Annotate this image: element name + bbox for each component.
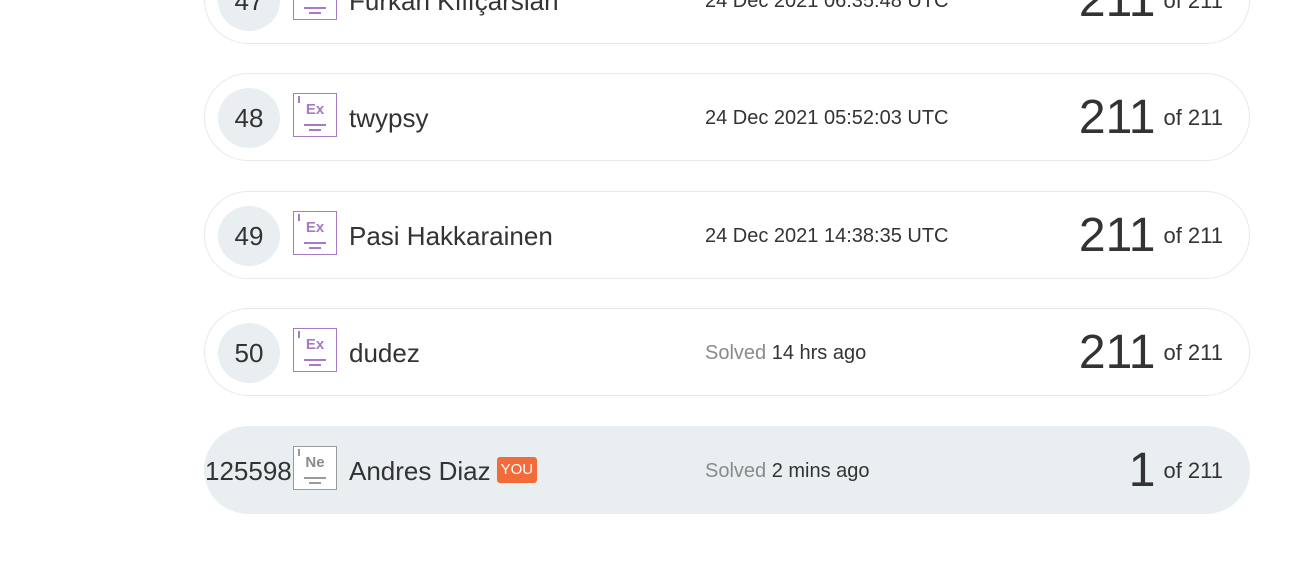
user-name[interactable]: twypsy [349,74,428,162]
solve-time: 24 Dec 2021 14:38:35 UTC [705,192,949,280]
solve-time-value: 24 Dec 2021 05:52:03 UTC [705,107,949,129]
badge-symbol: Ex [305,101,325,118]
badge-symbol: Ne [305,454,325,471]
leaderboard-row[interactable]: 50 Ex dudez Solved 14 hrs ago 211 of 211 [204,308,1250,396]
score: 211 of 211 [1079,309,1223,397]
solve-time-value: 14 hrs ago [771,342,867,364]
solve-time-value: 24 Dec 2021 14:38:35 UTC [705,225,949,247]
level-badge-icon: Ne [293,446,337,490]
level-badge-icon: Ex [293,0,337,20]
leaderboard-list: 47 Ex Furkan Kılıçarslan 24 Dec 2021 06:… [0,0,1304,566]
user-name[interactable]: Furkan Kılıçarslan [349,0,559,45]
user-name-text: Andres Diaz [349,456,491,486]
score: 1 of 211 [1129,427,1223,515]
user-name[interactable]: Andres Diaz YOU [349,427,538,515]
leaderboard-row[interactable]: 48 Ex twypsy 24 Dec 2021 05:52:03 UTC 21… [204,73,1250,161]
score-total: of 211 [1163,458,1223,483]
solve-time: Solved 2 mins ago [705,427,870,515]
score-total: of 211 [1163,340,1223,365]
solve-time-value: 2 mins ago [771,460,870,482]
score-total: of 211 [1163,105,1223,130]
you-badge: YOU [496,457,538,484]
score: 211 of 211 [1079,192,1223,280]
user-name[interactable]: Pasi Hakkarainen [349,192,553,280]
score-value: 211 [1078,0,1156,27]
score-value: 211 [1078,91,1156,144]
rank-number: 47 [218,0,280,31]
solve-time: Solved 14 hrs ago [705,309,866,397]
score-total: of 211 [1163,223,1223,248]
current-user-row[interactable]: 125598 Ne Andres Diaz YOU Solved 2 mins a… [204,426,1250,514]
leaderboard-row[interactable]: 49 Ex Pasi Hakkarainen 24 Dec 2021 14:38… [204,191,1250,279]
rank-number: 49 [218,206,280,266]
solve-time-label: Solved [705,460,767,482]
solve-time-value: 24 Dec 2021 06:35:48 UTC [705,0,949,12]
score: 211 of 211 [1079,0,1223,45]
rank-number: 48 [218,88,280,148]
level-badge-icon: Ex [293,93,337,137]
solve-time: 24 Dec 2021 05:52:03 UTC [705,74,949,162]
badge-symbol: Ex [305,336,325,353]
level-badge-icon: Ex [293,211,337,255]
rank-number: 125598 [205,456,292,486]
score-value: 211 [1078,209,1156,262]
solve-time-label: Solved [705,342,767,364]
score-value: 1 [1128,444,1156,497]
score: 211 of 211 [1079,74,1223,162]
user-name[interactable]: dudez [349,309,420,397]
score-total: of 211 [1163,0,1223,13]
score-value: 211 [1078,326,1156,379]
solve-time: 24 Dec 2021 06:35:48 UTC [705,0,949,45]
badge-symbol: Ex [305,219,325,236]
level-badge-icon: Ex [293,328,337,372]
rank-number: 50 [218,323,280,383]
leaderboard-row[interactable]: 47 Ex Furkan Kılıçarslan 24 Dec 2021 06:… [204,0,1250,44]
